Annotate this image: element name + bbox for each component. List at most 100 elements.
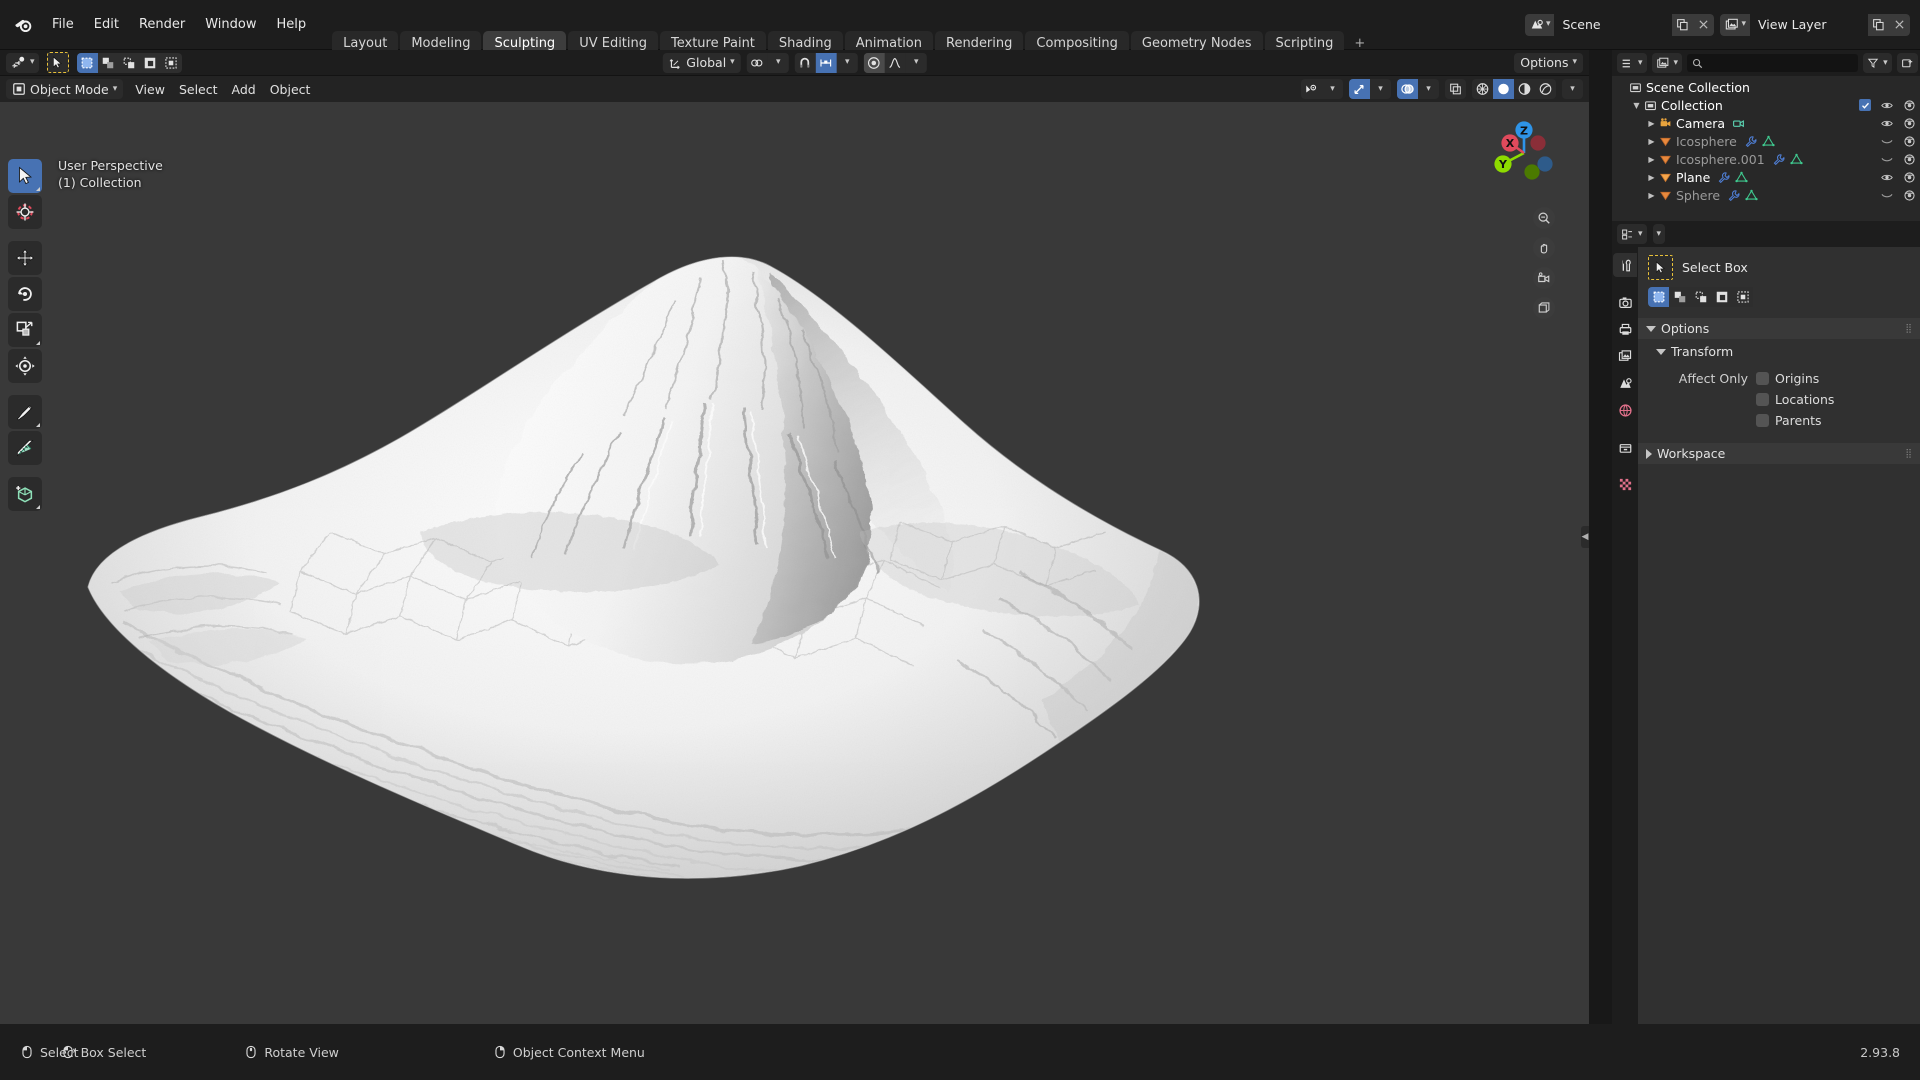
select-mode-select-invert[interactable] <box>1711 287 1732 307</box>
select-mode-select-subtract[interactable] <box>118 52 140 73</box>
outliner-row-collection[interactable]: ▼ Collection <box>1612 96 1920 114</box>
navigation-gizmo[interactable]: Z X Y <box>1481 110 1567 196</box>
outliner-row-icosphere-001[interactable]: ▶ Icosphere.001 <box>1612 150 1920 168</box>
panel-drag-grip[interactable]: ⣿ <box>1905 449 1913 459</box>
disclosure-triangle[interactable]: ▶ <box>1646 155 1657 164</box>
chevron-down-icon[interactable]: ▾ <box>767 52 789 73</box>
disclosure-triangle[interactable]: ▶ <box>1646 191 1657 200</box>
filter-funnel-icon[interactable]: ▾ <box>1863 53 1892 73</box>
chevron-down-icon[interactable]: ▾ <box>1322 79 1343 99</box>
select-mode-select-extend[interactable] <box>97 52 119 73</box>
zoom-icon[interactable] <box>1533 207 1555 229</box>
magnet-icon[interactable] <box>794 52 816 73</box>
panel-workspace-header[interactable]: Workspace ⣿ <box>1638 443 1920 464</box>
transform-tool[interactable] <box>8 349 42 383</box>
view-layer-selector[interactable]: ▾ View Layer <box>1720 13 1910 36</box>
chevron-down-icon[interactable]: ▾ <box>1562 79 1583 99</box>
locations-checkbox[interactable] <box>1756 393 1769 406</box>
options-dropdown[interactable]: Options ▾ <box>1514 52 1583 73</box>
properties-options-chevron[interactable]: ▾ <box>1652 224 1666 244</box>
rotate-tool[interactable] <box>8 277 42 311</box>
transform-orientation-dropdown[interactable]: Global ▾ <box>662 52 741 73</box>
output-tab[interactable] <box>1613 317 1637 341</box>
tool-tab[interactable] <box>1613 253 1637 277</box>
snap-increment-icon[interactable] <box>815 52 837 73</box>
viewport-menu-select[interactable]: Select <box>173 79 224 99</box>
menu-window[interactable]: Window <box>195 13 266 36</box>
view-layer-duplicate-button[interactable] <box>1868 13 1889 36</box>
chevron-down-icon[interactable]: ▾ <box>1370 79 1391 99</box>
select-mode-select-box[interactable] <box>76 52 98 73</box>
new-collection-icon[interactable] <box>1896 53 1918 73</box>
view-layer-name[interactable]: View Layer <box>1750 13 1868 36</box>
scale-tool[interactable] <box>8 313 42 347</box>
outliner-row-camera[interactable]: ▶ Camera <box>1612 114 1920 132</box>
outliner-row-icosphere[interactable]: ▶ Icosphere <box>1612 132 1920 150</box>
outliner-search-field[interactable] <box>1707 56 1854 70</box>
scene-icon[interactable]: ▾ <box>1524 13 1555 36</box>
chevron-down-icon[interactable]: ▾ <box>905 52 927 73</box>
disclosure-triangle[interactable]: ▶ <box>1646 137 1657 146</box>
viewport-3d[interactable]: User Perspective (1) Collection Z X Y ◀ <box>0 102 1589 1024</box>
scene-tab[interactable] <box>1613 371 1637 395</box>
panel-transform-header[interactable]: Transform <box>1638 341 1920 362</box>
texture-tab[interactable] <box>1613 472 1637 496</box>
overlays-icon[interactable] <box>1397 79 1418 99</box>
visibility-eye-icon[interactable] <box>1301 79 1322 99</box>
pan-hand-icon[interactable] <box>1533 237 1555 259</box>
panel-drag-grip[interactable]: ⣿ <box>1905 324 1913 334</box>
interaction-mode-dropdown[interactable]: Object Mode ▾ <box>6 79 124 99</box>
outliner-row-sphere[interactable]: ▶ Sphere <box>1612 186 1920 204</box>
select-mode-select-extend[interactable] <box>1669 287 1690 307</box>
disclosure-triangle[interactable]: ▶ <box>1646 173 1657 182</box>
scene-selector[interactable]: ▾ Scene <box>1524 13 1715 36</box>
origins-checkbox[interactable] <box>1756 372 1769 385</box>
viewport-menu-view[interactable]: View <box>129 79 171 99</box>
viewport-menu-add[interactable]: Add <box>226 79 262 99</box>
gizmo-icon[interactable] <box>1349 79 1370 99</box>
ortho-persp-icon[interactable] <box>1533 297 1555 319</box>
shading-rendered[interactable] <box>1535 79 1556 99</box>
add-cube-tool[interactable] <box>8 477 42 511</box>
shading-wireframe[interactable] <box>1472 79 1493 99</box>
outliner-display-icon[interactable]: ▾ <box>1651 53 1683 73</box>
select-mode-select-subtract[interactable] <box>1690 287 1711 307</box>
select-mode-select-intersect[interactable] <box>160 52 182 73</box>
select-mode-select-box[interactable] <box>1648 287 1669 307</box>
tweak-select-tool[interactable] <box>8 159 42 193</box>
chevron-down-icon[interactable]: ▾ <box>836 52 858 73</box>
properties-editor-type-icon[interactable]: ▾ <box>1617 224 1647 244</box>
menu-render[interactable]: Render <box>129 13 195 36</box>
select-mode-select-invert[interactable] <box>139 52 161 73</box>
blender-logo-icon[interactable] <box>10 12 36 38</box>
camera-view-icon[interactable] <box>1533 267 1555 289</box>
view-layer-icon[interactable]: ▾ <box>1720 13 1750 36</box>
cursor-tool[interactable] <box>8 195 42 229</box>
shading-solid[interactable] <box>1493 79 1514 99</box>
menu-file[interactable]: File <box>42 13 84 36</box>
falloff-curve-icon[interactable] <box>884 52 906 73</box>
view-layer-tab[interactable] <box>1613 344 1637 368</box>
outliner-editor-type-icon[interactable]: ▾ <box>1617 53 1647 73</box>
annotate-tool[interactable] <box>8 395 42 429</box>
chevron-down-icon[interactable]: ▾ <box>1418 79 1439 99</box>
active-tool-indicator[interactable] <box>46 52 69 73</box>
shading-material-preview[interactable] <box>1514 79 1535 99</box>
select-mode-select-intersect[interactable] <box>1732 287 1753 307</box>
menu-edit[interactable]: Edit <box>84 13 129 36</box>
snap-pivot-icon[interactable] <box>746 52 768 73</box>
parents-checkbox[interactable] <box>1756 414 1769 427</box>
panel-options-header[interactable]: Options ⣿ <box>1638 318 1920 339</box>
scene-unlink-button[interactable] <box>1693 13 1715 36</box>
menu-help[interactable]: Help <box>267 13 317 36</box>
collection-checkbox[interactable] <box>1859 99 1871 111</box>
xray-icon[interactable] <box>1445 79 1466 99</box>
object-tab[interactable] <box>1613 435 1637 459</box>
editor-type-icon[interactable]: ▾ <box>6 52 39 73</box>
viewport-menu-object[interactable]: Object <box>264 79 317 99</box>
move-tool[interactable] <box>8 241 42 275</box>
outliner-search-input[interactable] <box>1687 54 1859 72</box>
disclosure-triangle[interactable]: ▶ <box>1646 119 1657 128</box>
outliner-row-scene-collection[interactable]: Scene Collection <box>1612 78 1920 96</box>
sidebar-collapse-arrow[interactable]: ◀ <box>1581 526 1589 548</box>
